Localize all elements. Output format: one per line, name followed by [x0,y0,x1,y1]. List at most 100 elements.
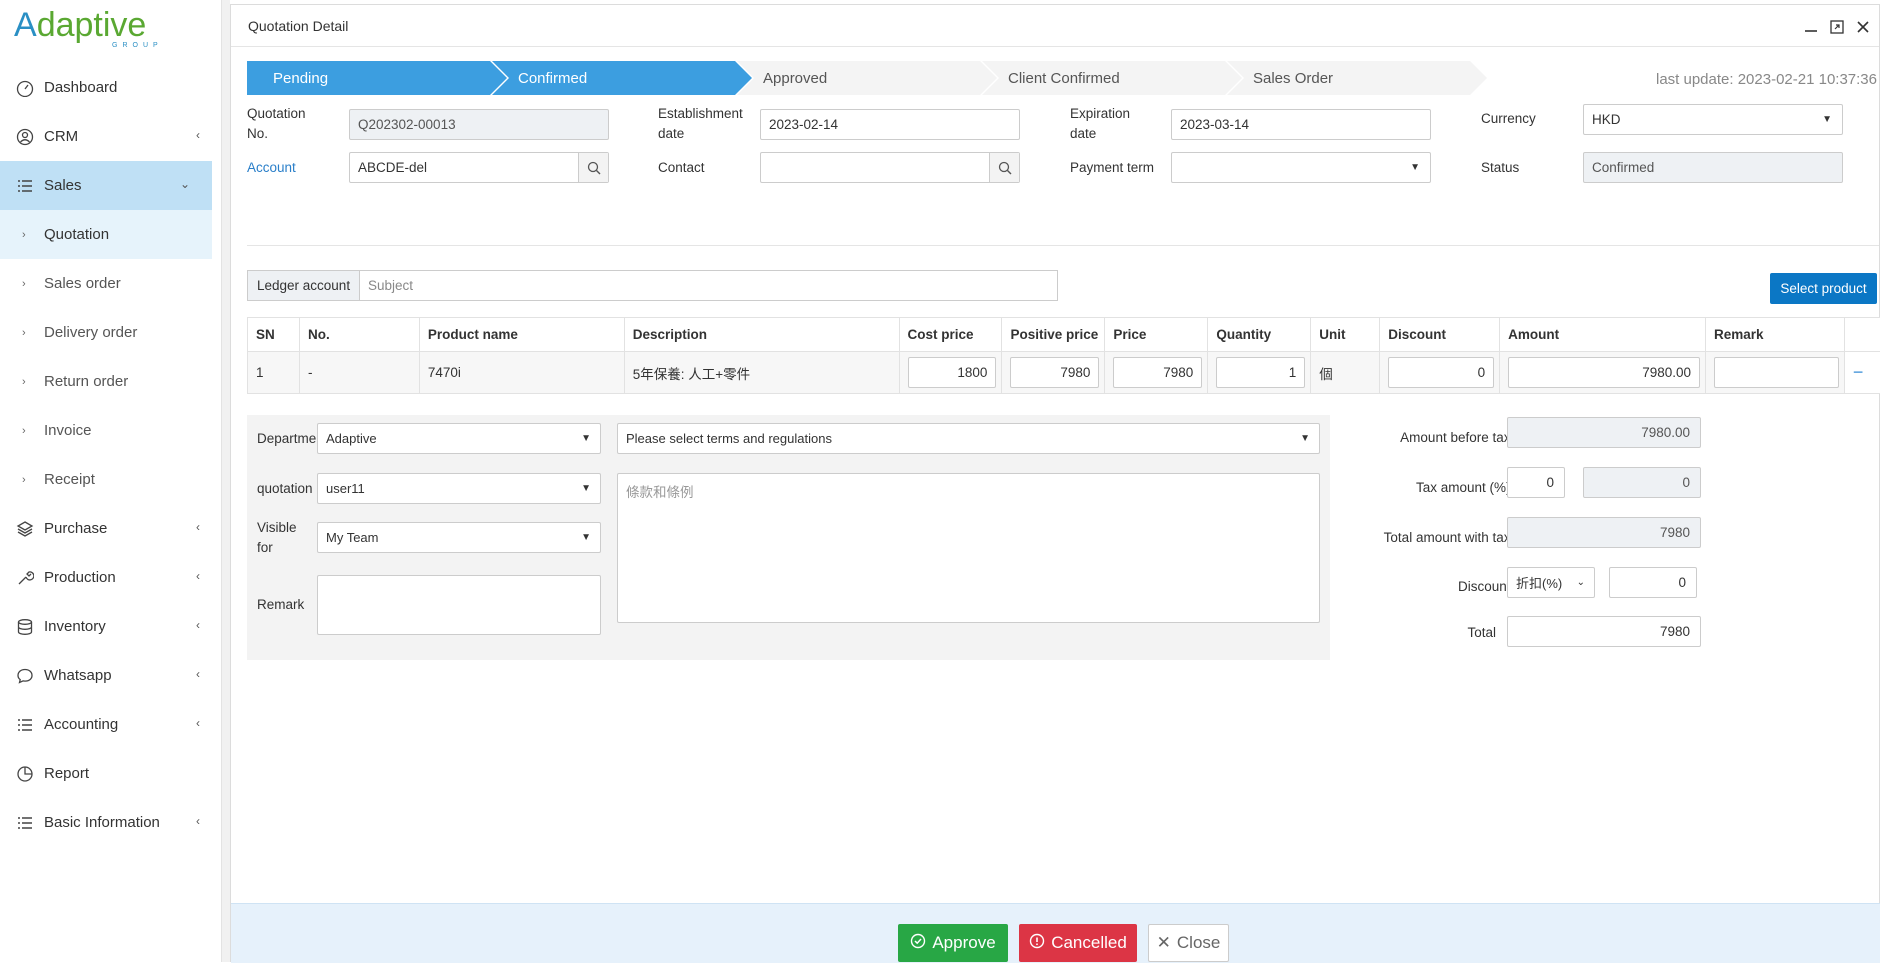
tax-percent-input[interactable]: 0 [1507,467,1565,498]
search-icon[interactable] [578,153,608,182]
caret-down-icon: ▼ [1300,433,1310,444]
department-select[interactable]: Adaptive▼ [317,423,601,454]
caret-down-icon: ▼ [1822,114,1832,125]
close-button[interactable]: ✕ Close [1148,924,1229,962]
ledger-account-addon[interactable]: Ledger account [248,271,360,300]
sidebar-item-quotation[interactable]: › Quotation [0,210,212,259]
total-field[interactable]: 7980 [1507,616,1701,647]
sidebar-item-delivery-order[interactable]: › Delivery order [0,308,222,357]
sidebar-item-label: CRM [44,128,78,145]
tax-amount-label: Tax amount (%)： [1331,476,1524,496]
expiration-date-field[interactable]: 2023-03-14 [1171,109,1431,140]
cost-price-input[interactable]: 1800 [908,357,997,388]
chevron-right-icon: › [22,376,32,388]
search-icon[interactable] [989,153,1019,182]
chevron-right-icon: › [22,474,32,486]
terms-textarea[interactable]: 條款和條例 [617,473,1320,623]
sidebar-item-whatsapp[interactable]: Whatsapp ‹ [0,651,222,700]
price-input[interactable]: 7980 [1113,357,1202,388]
cancelled-button[interactable]: Cancelled [1019,924,1137,962]
discount-input[interactable]: 0 [1388,357,1494,388]
sidebar-item-sales[interactable]: Sales ⌄ [0,161,212,210]
logo-text: daptive [37,6,147,44]
remark-textarea[interactable] [317,575,601,635]
account-label[interactable]: Account [247,158,296,178]
amount-input[interactable]: 7980.00 [1508,357,1700,388]
remark-label: Remark [257,595,304,615]
quotation-no-field[interactable]: Q202302-00013 [349,109,609,140]
payment-term-label: Payment term [1070,158,1154,178]
sidebar-item-label: Return order [44,373,128,390]
step-label: Approved [763,70,827,87]
dashboard-icon [14,77,36,99]
step-label: Client Confirmed [1008,70,1120,87]
positive-price-input[interactable]: 7980 [1010,357,1099,388]
sidebar-item-label: Delivery order [44,324,137,341]
close-icon[interactable] [1855,19,1871,35]
expiration-date-label: Expirationdate [1070,104,1130,144]
chevron-right-icon: › [22,425,32,437]
contact-label: Contact [658,158,705,178]
select-product-button[interactable]: Select product [1770,273,1877,304]
quotation-detail-dialog: Quotation Detail Pending Confirmed Appro… [230,4,1880,962]
sidebar-item-purchase[interactable]: Purchase ‹ [0,504,222,553]
col-actions [1844,318,1880,352]
sidebar-item-receipt[interactable]: › Receipt [0,455,222,504]
caret-down-icon: ▼ [581,433,591,444]
step-label: Confirmed [518,70,587,87]
currency-select[interactable]: HKD▼ [1583,104,1843,135]
sidebar-item-return-order[interactable]: › Return order [0,357,222,406]
sidebar-item-production[interactable]: Production ‹ [0,553,222,602]
last-update-text: last update: 2023-02-21 10:37:36 [1656,71,1877,88]
caret-down-icon: ▼ [581,483,591,494]
remark-input[interactable] [1714,357,1839,388]
minimize-icon[interactable] [1803,19,1819,35]
user-circle-icon [14,126,36,148]
payment-term-select[interactable]: ▼ [1171,152,1431,183]
contact-field[interactable] [760,152,1020,183]
establishment-date-field[interactable]: 2023-02-14 [760,109,1020,140]
sidebar-item-label: Report [44,765,89,782]
maximize-icon[interactable] [1829,19,1845,35]
discount-type-select[interactable]: 折扣(%)⌄ [1507,567,1595,598]
chevron-left-icon: ‹ [196,618,200,632]
quantity-input[interactable]: 1 [1216,357,1305,388]
discount-value-input[interactable]: 0 [1609,567,1697,598]
sidebar: Adaptive GROUP Dashboard CRM ‹ Sales ⌄ ›… [0,0,222,962]
section-divider [247,245,1879,246]
step-client-confirmed: Client Confirmed [982,61,1225,95]
list-icon [14,175,36,197]
sidebar-item-basic-information[interactable]: Basic Information ‹ [0,798,222,847]
sidebar-item-invoice[interactable]: › Invoice [0,406,222,455]
wrench-icon [14,567,36,589]
quotation-user-select[interactable]: user11▼ [317,473,601,504]
account-field[interactable]: ABCDE-del [349,152,609,183]
product-table: SN No. Product name Description Cost pri… [247,317,1880,394]
sidebar-item-label: Dashboard [44,79,117,96]
terms-select[interactable]: Please select terms and regulations▼ [617,423,1320,454]
status-label: Status [1481,158,1519,178]
sidebar-item-dashboard[interactable]: Dashboard [0,63,222,112]
cell-sn: 1 [248,352,300,394]
caret-down-icon: ▼ [581,532,591,543]
alert-circle-icon [1029,933,1045,954]
cell-no: - [299,352,419,394]
sidebar-item-label: Accounting [44,716,118,733]
subject-input[interactable]: Subject [360,271,1057,300]
chevron-left-icon: ‹ [196,128,200,142]
step-pending: Pending [247,61,490,95]
ledger-account-group: Ledger account Subject [247,270,1058,301]
col-quantity: Quantity [1208,318,1311,352]
approve-button[interactable]: Approve [898,924,1008,962]
sidebar-item-inventory[interactable]: Inventory ‹ [0,602,222,651]
col-no: No. [299,318,419,352]
list-icon [14,714,36,736]
sidebar-item-report[interactable]: Report [0,749,222,798]
sidebar-item-crm[interactable]: CRM ‹ [0,112,222,161]
caret-down-icon: ▼ [1410,162,1420,173]
cell-description: 5年保養: 人工+零件 [624,352,899,394]
remove-row-icon[interactable]: − [1853,362,1864,382]
sidebar-item-accounting[interactable]: Accounting ‹ [0,700,222,749]
visible-for-select[interactable]: My Team▼ [317,522,601,553]
sidebar-item-sales-order[interactable]: › Sales order [0,259,222,308]
